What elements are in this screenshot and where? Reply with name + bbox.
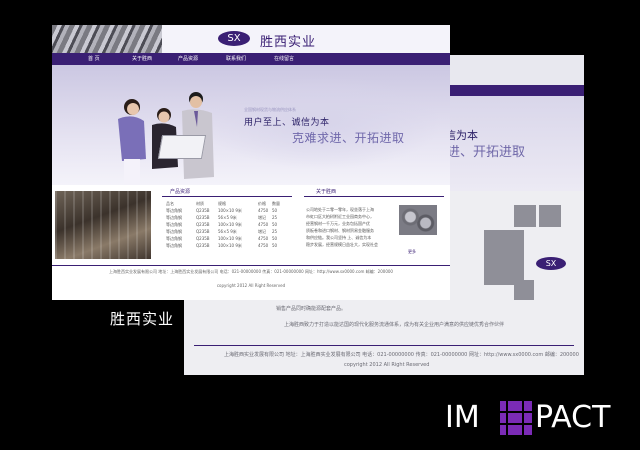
table-cell: Q235B: [196, 236, 210, 241]
bg-body-text: 销售产品同时确能源配套产品。: [276, 306, 347, 312]
table-cell: 等边角钢: [166, 229, 182, 234]
table-cell: 56×5 9米: [218, 229, 237, 234]
table-cell: 50: [272, 222, 278, 227]
steel-coil-image: [399, 205, 437, 235]
bg-worker-image: [514, 280, 534, 300]
footer-rule: [52, 265, 450, 266]
hero-banner: 全国钢材现货与物流供应体系 用户至上、诚信为本 克难求进、开拓进取: [52, 65, 450, 185]
banner-slogan-line1: 用户至上、诚信为本: [244, 118, 330, 128]
table-cell: 增记: [258, 215, 266, 220]
table-cell: 50: [272, 208, 278, 213]
products-section-title[interactable]: 产品资源: [170, 188, 190, 195]
footer-copyright: copyright 2012 All Right Reserved: [216, 283, 286, 288]
footer-contact: 上海胜西实业发展有限公司 地址：上海胜西实业发展有限公司 电话：021-0000…: [109, 269, 393, 274]
website-screenshot: SX 胜西实业 首 页 关于胜西 产品资源 联系我们 在线留言 全国钢材现货与物: [52, 25, 450, 300]
table-cell: Q235B: [196, 215, 210, 220]
steel-warehouse-photo: [55, 191, 151, 259]
bg-logo-badge: SX: [536, 257, 566, 270]
table-header-quantity: 数量: [272, 201, 280, 206]
table-cell: Q235B: [196, 222, 210, 227]
main-nav: 首 页 关于胜西 产品资源 联系我们 在线留言: [52, 53, 450, 65]
about-text-line: 经营钢材一千万元，业务包括国产优: [306, 221, 370, 226]
bg-coil-image: [514, 205, 536, 227]
table-header-material: 材质: [196, 201, 204, 206]
nav-item-products[interactable]: 产品资源: [178, 53, 198, 65]
table-cell: 50: [272, 236, 278, 241]
table-cell: Q235B: [196, 229, 210, 234]
banner-tagline: 全国钢材现货与物流供应体系: [244, 107, 296, 112]
table-cell: 4750: [258, 243, 269, 248]
table-cell: 等边角钢: [166, 243, 182, 248]
table-cell: 100×10 9米: [218, 222, 242, 227]
banner-slogan-line2: 克难求进、开拓进取: [292, 131, 405, 145]
about-text-line: 质板卷和进口钢材、钢材贸易金融服务: [306, 228, 374, 233]
brand-text-left: IM: [445, 400, 480, 435]
bg-body-text: 上海胜西致力于打造以能达国的现代化服务流通体系，成为有关企业用户满意的供应链优秀…: [284, 322, 505, 328]
about-rule: [304, 196, 444, 197]
nav-item-contact[interactable]: 联系我们: [226, 53, 246, 65]
table-cell: 4750: [258, 222, 269, 227]
table-cell: 等边角钢: [166, 215, 182, 220]
company-name: 胜西实业: [260, 35, 317, 50]
nav-item-home[interactable]: 首 页: [88, 53, 100, 65]
bg-copyright: copyright 2012 All Right Reserved: [344, 362, 430, 368]
about-text-line: 市虹口区大柏树附近工业园商务中心，: [306, 214, 374, 219]
more-link[interactable]: 更多: [408, 249, 416, 255]
logo-badge[interactable]: SX: [218, 31, 250, 46]
table-cell: 4750: [258, 208, 269, 213]
table-cell: 等边角钢: [166, 236, 182, 241]
about-text-line: 稳步发展，经营规模日益壮大，实现社会: [306, 242, 378, 247]
about-section-title[interactable]: 关于胜西: [316, 188, 336, 195]
bg-coil-image: [539, 205, 561, 227]
table-cell: 等边角钢: [166, 222, 182, 227]
table-cell: Q235B: [196, 208, 210, 213]
table-cell: 100×10 9米: [218, 208, 242, 213]
table-cell: 50: [272, 243, 278, 248]
laptop-image: [157, 135, 207, 159]
table-cell: 56×5 9米: [218, 215, 237, 220]
about-text-line: 和供应链。我公司坚持 上、诚信为本: [306, 235, 372, 240]
bg-footer-text: 上海胜西实业发展有限公司 地址：上海胜西实业发展有限公司 电话：021-0000…: [224, 352, 579, 358]
site-header: SX 胜西实业: [52, 25, 450, 53]
brand-text-right: PACT: [535, 400, 611, 435]
table-cell: 等边角钢: [166, 208, 182, 213]
table-cell: 25: [272, 229, 278, 234]
bg-steel-image: [484, 230, 524, 285]
table-cell: 4750: [258, 236, 269, 241]
table-header-spec: 规格: [218, 201, 226, 206]
table-header-price: 价格: [258, 201, 266, 206]
table-header-name: 品名: [166, 201, 174, 206]
table-cell: 增记: [258, 229, 266, 234]
nav-item-about[interactable]: 关于胜西: [132, 53, 152, 65]
caption-text: 胜西实业: [110, 310, 175, 328]
impact-logo-mark-icon: [498, 401, 532, 435]
table-cell: 100×10 9米: [218, 236, 242, 241]
table-cell: 25: [272, 215, 278, 220]
bg-footer-rule: [194, 345, 574, 346]
table-cell: 100×10 9米: [218, 243, 242, 248]
table-cell: Q235B: [196, 243, 210, 248]
steel-pipes-image: [52, 25, 162, 53]
nav-item-message[interactable]: 在线留言: [274, 53, 294, 65]
products-rule: [162, 196, 292, 197]
about-text-line: 公司地处于二零一零年，现坐落于上海: [306, 207, 374, 212]
